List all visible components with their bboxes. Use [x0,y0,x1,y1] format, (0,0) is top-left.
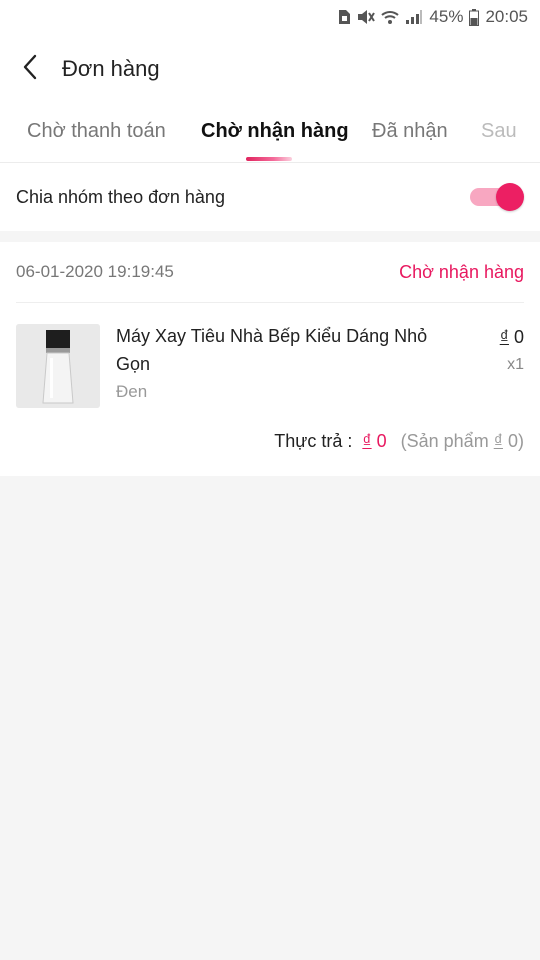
chevron-left-icon [23,54,37,85]
total-label: Thực trả : [274,431,353,451]
order-date: 06-01-2020 19:19:45 [16,262,174,281]
tab-awaiting-delivery[interactable]: Chờ nhận hàng [201,120,349,143]
page-title: Đơn hàng [62,56,160,81]
currency-symbol: ₫ [499,327,509,347]
tab-awaiting-payment[interactable]: Chờ thanh toán [27,120,166,143]
total-note-suffix: ) [518,431,524,451]
product-variant: Đen [116,382,148,401]
status-bar: 45% 20:05 [0,0,540,34]
toggle-knob [496,183,524,211]
order-status: Chờ nhận hàng [399,261,524,282]
product-name: Máy Xay Tiêu Nhà Bếp Kiểu Dáng Nhỏ Gọn [116,326,428,374]
price-value: 0 [513,327,524,347]
total-note-prefix: (Sản phẩm [400,431,489,451]
order-header: 06-01-2020 19:19:45 Chờ nhận hàng [16,242,524,303]
total-note-currency: ₫ [493,431,503,451]
group-by-order-label: Chia nhóm theo đơn hàng [16,186,225,207]
total-currency: ₫ [362,431,372,451]
order-card[interactable]: 06-01-2020 19:19:45 Chờ nhận hàng Máy Xa… [0,242,540,476]
app-header: Đơn hàng [0,34,540,104]
tab-received[interactable]: Đã nhận [372,120,448,143]
product-price: ₫ 0 [500,327,524,348]
mute-icon [357,9,376,25]
total-note: (Sản phẩm ₫ 0) [401,431,524,452]
battery-icon [469,8,480,26]
sim-icon [337,9,351,25]
battery-percent: 45% [429,7,464,26]
clock: 20:05 [485,7,528,26]
group-by-order-row: Chia nhóm theo đơn hàng [0,163,540,231]
signal-icon [405,9,423,25]
order-status-tabs: Chờ thanh toán Chờ nhận hàng Đã nhận Sau [0,104,540,163]
back-button[interactable] [0,34,60,104]
tab-after-sales[interactable]: Sau [481,120,517,143]
wifi-icon [381,9,400,25]
product-quantity: x1 [507,356,524,373]
product-item[interactable]: Máy Xay Tiêu Nhà Bếp Kiểu Dáng Nhỏ Gọn Đ… [16,322,524,412]
total-amount: ₫ 0 [362,431,386,452]
group-by-order-toggle[interactable] [468,182,524,212]
product-thumbnail [16,324,100,408]
order-total-row: Thực trả : ₫ 0 (Sản phẩm ₫ 0) [274,431,524,452]
empty-content-area [0,476,540,960]
total-note-amount: 0 [507,431,518,451]
total-value: 0 [376,431,387,451]
active-tab-indicator [246,157,292,161]
